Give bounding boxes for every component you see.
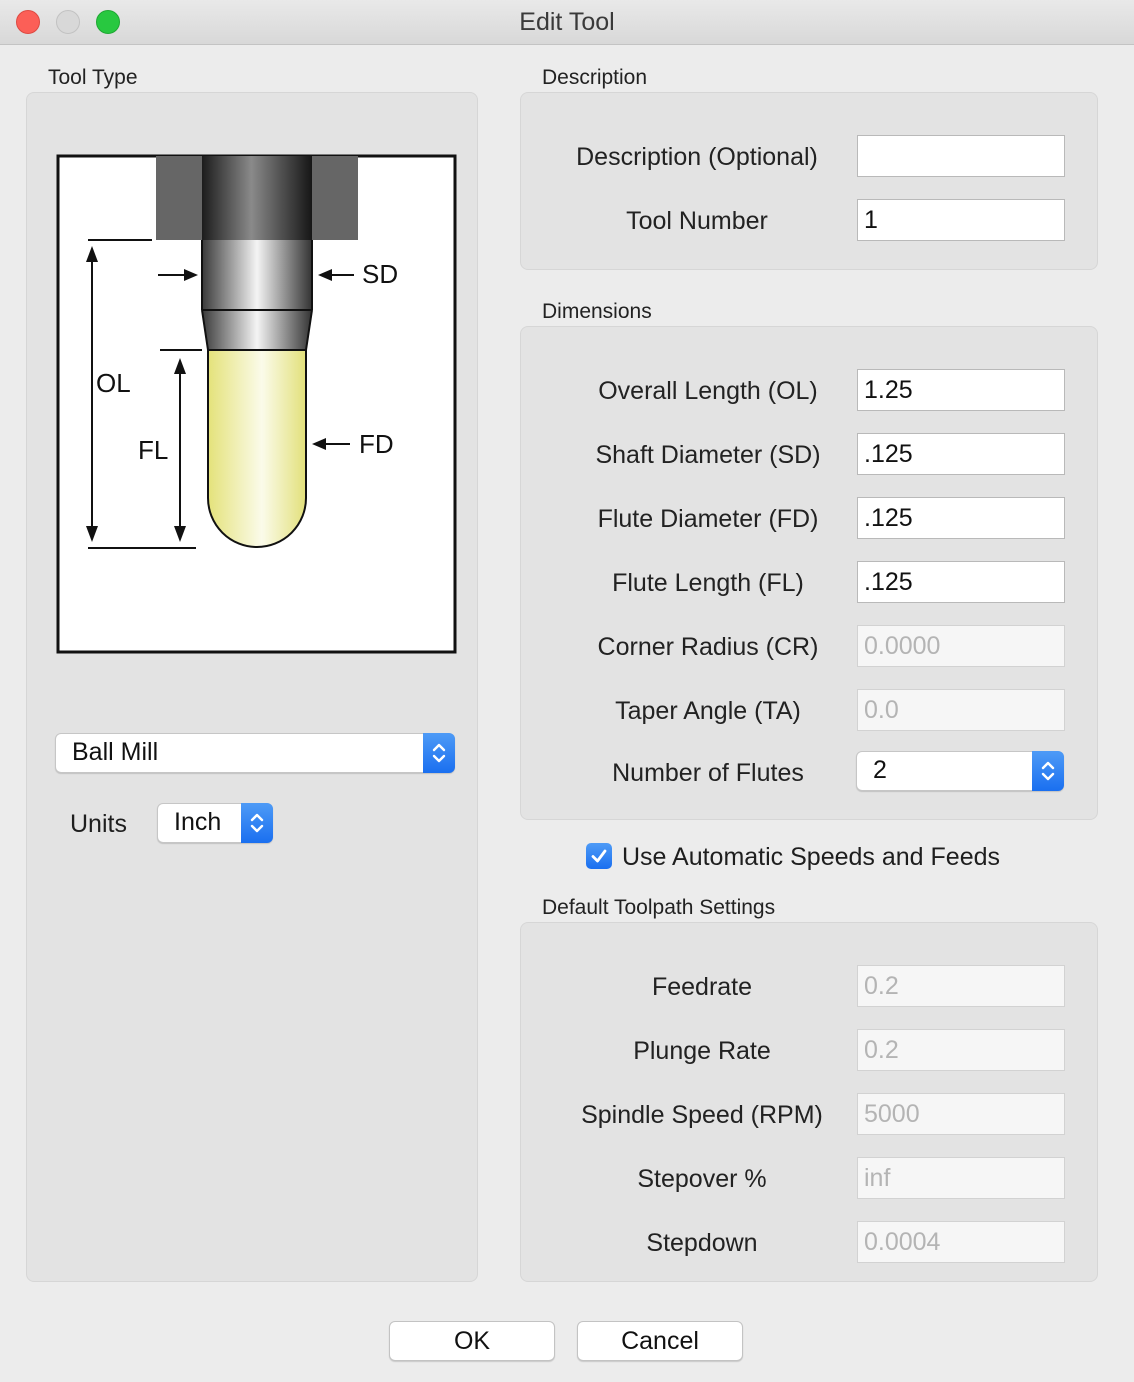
- units-select-value: Inch: [174, 808, 222, 836]
- title-bar: Edit Tool: [0, 0, 1134, 45]
- edit-tool-window: Edit Tool Tool Type SD OL FL FD Ball Mil…: [0, 0, 1134, 1382]
- flute-length-field[interactable]: [857, 561, 1065, 603]
- tool-type-select-value: Ball Mill: [72, 738, 159, 766]
- diagram-label-fl: FL: [138, 435, 168, 465]
- corner-radius-field: [857, 625, 1065, 667]
- tool-number-label: Tool Number: [626, 207, 768, 235]
- ok-button[interactable]: OK: [389, 1321, 555, 1361]
- description-group: [520, 92, 1098, 270]
- shaft-diameter-label: Shaft Diameter (SD): [595, 441, 821, 469]
- chevron-updown-icon: [1032, 751, 1064, 791]
- tool-type-select[interactable]: Ball Mill: [55, 733, 455, 773]
- cancel-button[interactable]: Cancel: [577, 1321, 743, 1361]
- dimensions-section-label: Dimensions: [542, 300, 652, 323]
- number-of-flutes-label: Number of Flutes: [612, 759, 804, 787]
- stepover-label: Stepover %: [637, 1165, 767, 1193]
- diagram-label-sd: SD: [362, 259, 398, 289]
- feedrate-field: [857, 965, 1065, 1007]
- overall-length-label: Overall Length (OL): [598, 377, 818, 405]
- number-of-flutes-select[interactable]: 2: [856, 751, 1064, 791]
- tool-number-field[interactable]: [857, 199, 1065, 241]
- taper-angle-label: Taper Angle (TA): [615, 697, 801, 725]
- taper-angle-field: [857, 689, 1065, 731]
- description-label: Description (Optional): [576, 143, 818, 171]
- feedrate-label: Feedrate: [651, 973, 753, 1001]
- diagram-label-ol: OL: [96, 368, 131, 398]
- plunge-rate-field: [857, 1029, 1065, 1071]
- stepdown-label: Stepdown: [646, 1229, 758, 1257]
- overall-length-field[interactable]: [857, 369, 1065, 411]
- chevron-updown-icon: [241, 803, 273, 843]
- description-field[interactable]: [857, 135, 1065, 177]
- stepdown-field: [857, 1221, 1065, 1263]
- units-select[interactable]: Inch: [157, 803, 273, 843]
- auto-speeds-label[interactable]: Use Automatic Speeds and Feeds: [622, 843, 1000, 872]
- flute-diameter-label: Flute Diameter (FD): [597, 505, 819, 533]
- number-of-flutes-value: 2: [873, 756, 887, 784]
- auto-speeds-checkbox[interactable]: [586, 843, 612, 869]
- flute-diameter-field[interactable]: [857, 497, 1065, 539]
- window-title: Edit Tool: [519, 8, 615, 36]
- ball-mill-diagram: SD OL FL FD: [56, 154, 457, 654]
- spindle-speed-label: Spindle Speed (RPM): [581, 1101, 823, 1129]
- description-section-label: Description: [542, 66, 648, 89]
- shaft-diameter-field[interactable]: [857, 433, 1065, 475]
- units-label: Units: [70, 810, 127, 838]
- flute-length-label: Flute Length (FL): [612, 569, 804, 597]
- tool-type-label: Tool Type: [48, 66, 138, 89]
- stepover-field: [857, 1157, 1065, 1199]
- spindle-speed-field: [857, 1093, 1065, 1135]
- toolpath-section-label: Default Toolpath Settings: [542, 896, 776, 919]
- checkmark-icon: [591, 849, 607, 863]
- chevron-updown-icon: [423, 733, 455, 773]
- plunge-rate-label: Plunge Rate: [633, 1037, 771, 1065]
- diagram-label-fd: FD: [359, 429, 394, 459]
- corner-radius-label: Corner Radius (CR): [597, 633, 819, 661]
